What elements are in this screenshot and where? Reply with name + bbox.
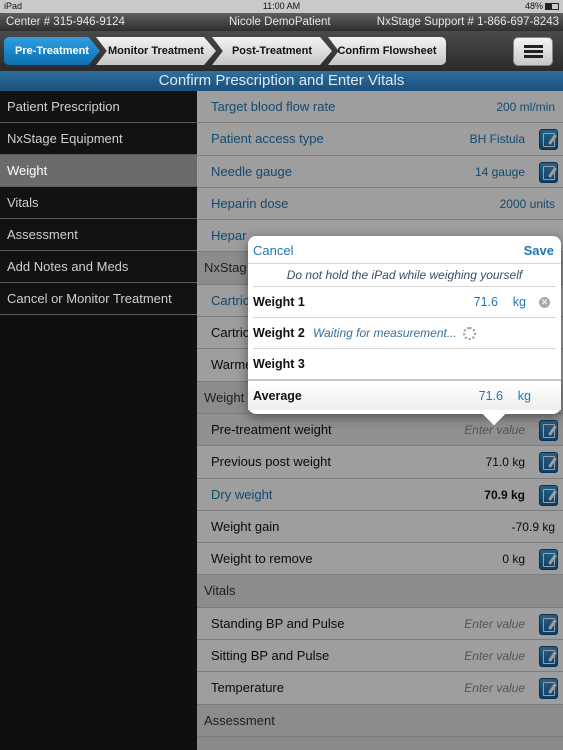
row-label: Cartric (211, 325, 250, 341)
row-label: Sitting BP and Pulse (211, 648, 330, 664)
row-value: BH Fistula (469, 132, 525, 147)
row-target-blood-flow: Target blood flow rate 200 ml/min (197, 91, 563, 124)
edit-icon[interactable] (539, 549, 558, 571)
row-label: Dry weight (211, 486, 273, 502)
row-label: Warme (211, 357, 253, 373)
step-post-treatment[interactable]: Post-Treatment (212, 37, 332, 65)
status-bar: iPad 11:00 AM 48% (0, 0, 563, 13)
clear-icon[interactable]: ✕ (539, 297, 550, 308)
row-dry-weight: Dry weight 70.9 kg (197, 478, 563, 511)
row-label: Pre-treatment weight (211, 421, 332, 437)
sidebar-item-vitals[interactable]: Vitals (0, 187, 197, 219)
row-value: 2000 units (499, 196, 555, 211)
row-value: 70.9 kg (484, 487, 525, 502)
weight-1-unit: kg (512, 295, 526, 309)
sidebar-item-assessment[interactable]: Assessment (0, 219, 197, 251)
row-label: Cartric (211, 292, 250, 308)
row-value: 14 gauge (474, 164, 525, 179)
edit-icon[interactable] (539, 452, 558, 474)
row-value: Enter value (464, 616, 525, 631)
edit-icon[interactable] (539, 161, 558, 183)
row-value: 0 kg (502, 552, 525, 567)
info-bar: Center # 315-946-9124 Nicole DemoPatient… (0, 13, 563, 31)
row-label: Weight to remove (211, 551, 313, 567)
weight-2-row[interactable]: Weight 2 Waiting for measurement... (253, 317, 556, 348)
row-sitting-bp[interactable]: Sitting BP and Pulse Enter value (197, 640, 563, 673)
popover-header: Cancel Save (248, 236, 561, 264)
row-value: 71.0 kg (485, 455, 525, 470)
edit-icon[interactable] (539, 419, 558, 441)
row-weight-gain: Weight gain -70.9 kg (197, 510, 563, 544)
row-standing-bp[interactable]: Standing BP and Pulse Enter value (197, 607, 563, 641)
weight-3-row[interactable]: Weight 3 (253, 348, 556, 379)
cancel-button[interactable]: Cancel (253, 243, 293, 258)
patient-name: Nicole DemoPatient (229, 16, 331, 28)
edit-icon[interactable] (539, 129, 558, 151)
save-button[interactable]: Save (524, 243, 554, 258)
battery-icon (545, 3, 559, 11)
waiting-status: Waiting for measurement... (313, 326, 457, 340)
step-monitor-treatment[interactable]: Monitor Treatment (96, 37, 216, 65)
weight-1-value[interactable]: 71.6 (474, 287, 498, 318)
weight-popover: Cancel Save Do not hold the iPad while w… (248, 236, 561, 426)
center-phone: Center # 315-946-9124 (6, 16, 125, 28)
sidebar-item-add-notes-and-meds[interactable]: Add Notes and Meds (0, 251, 197, 283)
step-pre-treatment[interactable]: Pre-Treatment (4, 37, 100, 65)
row-previous-post-weight: Previous post weight 71.0 kg (197, 446, 563, 479)
row-needle-gauge: Needle gauge 14 gauge (197, 155, 563, 188)
row-value: Enter value (464, 649, 525, 664)
section-header-vitals: Vitals (197, 575, 563, 608)
main-content: Target blood flow rate 200 ml/min Patien… (197, 91, 563, 750)
edit-icon[interactable] (539, 678, 558, 700)
row-label: Heparin dose (211, 195, 289, 211)
row-label: Temperature (211, 680, 284, 696)
average-value: 71.6 (478, 389, 503, 403)
average-label: Average (253, 389, 302, 403)
weighing-instruction: Do not hold the iPad while weighing your… (286, 268, 523, 282)
support-phone: NxStage Support # 1-866-697-8243 (376, 16, 559, 28)
workflow-steps: Pre-Treatment Monitor Treatment Post-Tre… (0, 31, 563, 71)
battery-percent: 48% (524, 1, 543, 11)
edit-icon[interactable] (539, 613, 558, 635)
row-value: -70.9 kg (511, 519, 555, 534)
row-pre-treatment-weight[interactable]: Pre-treatment weight Enter value (197, 413, 563, 447)
row-value: 200 ml/min (496, 100, 555, 114)
edit-icon[interactable] (539, 646, 558, 668)
spinner-icon (463, 327, 476, 340)
row-value: Enter value (464, 681, 525, 696)
row-weight-to-remove: Weight to remove 0 kg (197, 543, 563, 576)
average-row: Average 71.6 kg (248, 379, 561, 410)
row-label: Weight gain (211, 518, 280, 534)
sidebar-item-nxstage-equipment[interactable]: NxStage Equipment (0, 123, 197, 155)
row-temperature[interactable]: Temperature Enter value (197, 672, 563, 705)
row-patient-access-type: Patient access type BH Fistula (197, 123, 563, 156)
average-unit: kg (517, 389, 531, 403)
clock: 11:00 AM (262, 1, 301, 11)
section-header-assessment: Assessment (197, 704, 563, 737)
sidebar-item-weight[interactable]: Weight (0, 155, 197, 187)
sidebar-item-cancel-or-monitor[interactable]: Cancel or Monitor Treatment (0, 283, 197, 315)
weight-1-label: Weight 1 (253, 295, 305, 309)
row-label: Previous post weight (211, 454, 331, 470)
row-label: Needle gauge (211, 163, 292, 179)
weight-3-label: Weight 3 (253, 357, 305, 371)
weight-1-row[interactable]: Weight 1 71.6 kg ✕ (253, 286, 556, 317)
row-label: Standing BP and Pulse (211, 615, 345, 631)
menu-icon[interactable] (513, 37, 553, 66)
row-label: Patient access type (211, 131, 324, 147)
edit-icon[interactable] (539, 484, 558, 506)
step-confirm-flowsheet[interactable]: Confirm Flowsheet (328, 37, 446, 65)
sidebar: Patient Prescription NxStage Equipment W… (0, 91, 197, 750)
sidebar-item-patient-prescription[interactable]: Patient Prescription (0, 91, 197, 123)
row-label: Hepar (211, 228, 247, 244)
page-title: Confirm Prescription and Enter Vitals (0, 71, 563, 91)
weight-2-label: Weight 2 (253, 326, 305, 340)
row-heparin-dose: Heparin dose 2000 units (197, 187, 563, 221)
row-label: Target blood flow rate (211, 99, 336, 114)
battery-indicator: 48% (525, 0, 559, 13)
